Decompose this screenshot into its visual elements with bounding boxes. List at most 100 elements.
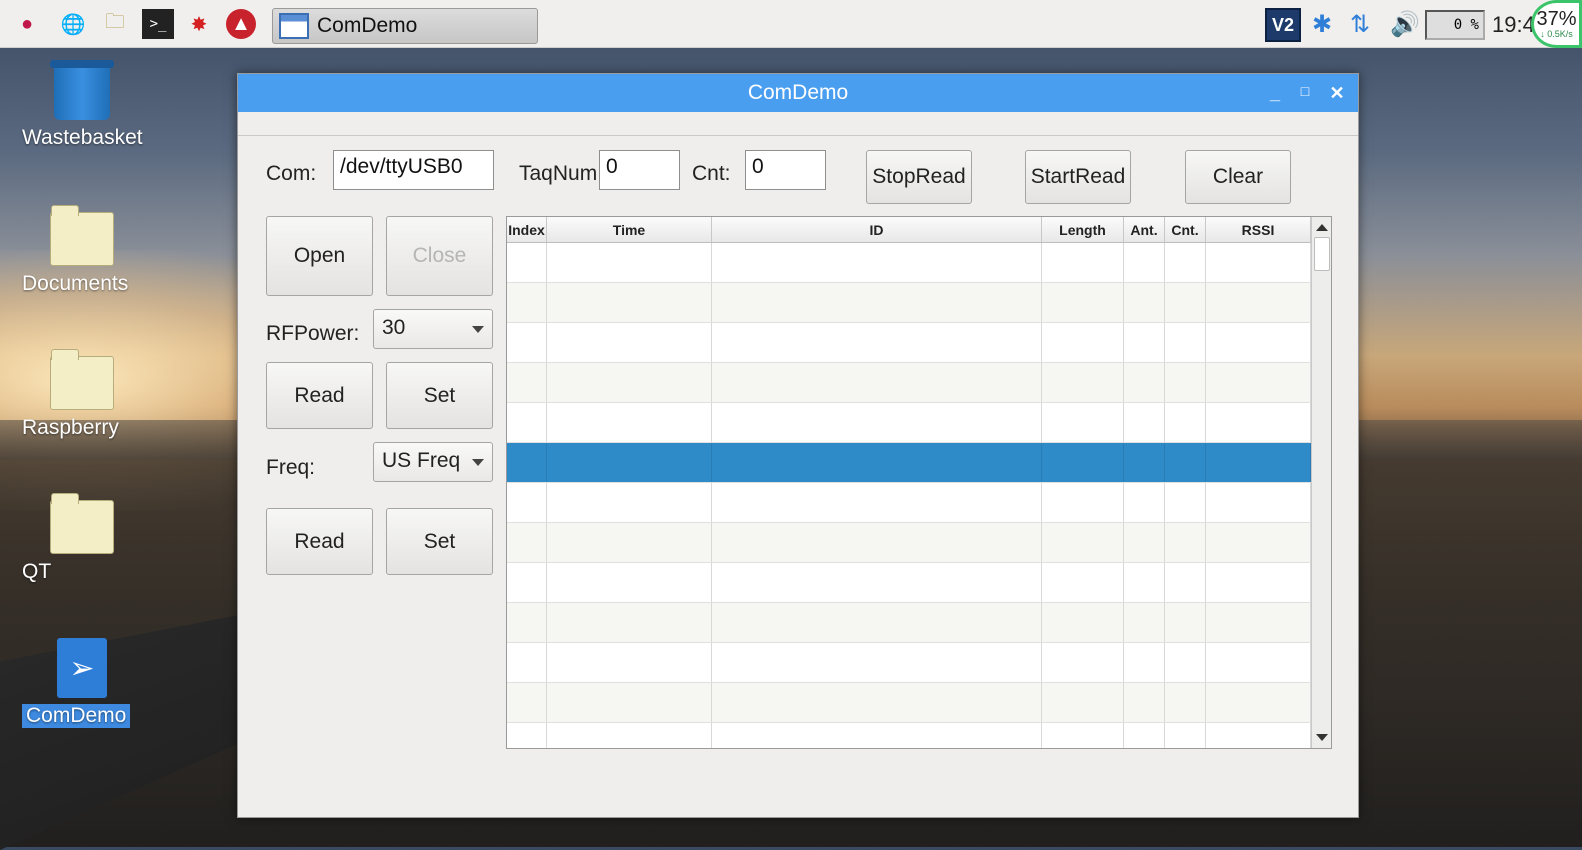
- tagnum-field[interactable]: 0: [599, 150, 680, 190]
- tag-table[interactable]: Index Time ID Length Ant. Cnt. RSSI: [506, 216, 1332, 749]
- rfpower-set-button[interactable]: Set: [386, 362, 493, 429]
- desktop-icon-wastebasket[interactable]: Wastebasket: [22, 60, 143, 149]
- table-cell[interactable]: [1124, 443, 1165, 482]
- maximize-icon[interactable]: □: [1294, 83, 1316, 99]
- table-cell[interactable]: [1042, 243, 1124, 282]
- column-header-ant[interactable]: Ant.: [1124, 217, 1165, 242]
- table-cell[interactable]: [1165, 723, 1206, 748]
- table-cell[interactable]: [507, 443, 547, 482]
- table-cell[interactable]: [712, 283, 1042, 322]
- table-cell[interactable]: [1165, 443, 1206, 482]
- table-cell[interactable]: [1042, 403, 1124, 442]
- table-cell[interactable]: [547, 403, 712, 442]
- table-cell[interactable]: [712, 723, 1042, 748]
- rfpower-select[interactable]: 30: [373, 309, 493, 349]
- table-cell[interactable]: [1206, 603, 1311, 642]
- table-cell[interactable]: [712, 443, 1042, 482]
- table-cell[interactable]: [1165, 563, 1206, 602]
- table-cell[interactable]: [547, 443, 712, 482]
- table-cell[interactable]: [1042, 683, 1124, 722]
- rfpower-read-button[interactable]: Read: [266, 362, 373, 429]
- table-cell[interactable]: [1206, 523, 1311, 562]
- table-cell[interactable]: [712, 643, 1042, 682]
- table-cell[interactable]: [1042, 483, 1124, 522]
- vnc-tray-icon[interactable]: V2: [1265, 8, 1301, 42]
- table-cell[interactable]: [1124, 603, 1165, 642]
- table-cell[interactable]: [712, 403, 1042, 442]
- table-cell[interactable]: [1124, 723, 1165, 748]
- table-cell[interactable]: [507, 363, 547, 402]
- table-cell[interactable]: [547, 523, 712, 562]
- table-cell[interactable]: [507, 563, 547, 602]
- close-icon[interactable]: ✕: [1326, 83, 1348, 104]
- table-cell[interactable]: [1165, 523, 1206, 562]
- table-cell[interactable]: [1124, 483, 1165, 522]
- table-cell[interactable]: [1124, 643, 1165, 682]
- table-cell[interactable]: [547, 363, 712, 402]
- table-cell[interactable]: [547, 683, 712, 722]
- table-cell[interactable]: [1206, 443, 1311, 482]
- table-cell[interactable]: [1165, 403, 1206, 442]
- column-header-length[interactable]: Length: [1042, 217, 1124, 242]
- table-cell[interactable]: [1165, 683, 1206, 722]
- table-cell[interactable]: [507, 643, 547, 682]
- start-read-button[interactable]: StartRead: [1025, 150, 1131, 204]
- table-cell[interactable]: [1124, 283, 1165, 322]
- table-row[interactable]: [507, 323, 1331, 363]
- close-port-button[interactable]: Close: [386, 216, 493, 296]
- window-titlebar[interactable]: ComDemo _ □ ✕: [238, 74, 1358, 112]
- table-cell[interactable]: [1165, 603, 1206, 642]
- column-header-time[interactable]: Time: [547, 217, 712, 242]
- freq-set-button[interactable]: Set: [386, 508, 493, 575]
- table-cell[interactable]: [1042, 603, 1124, 642]
- table-cell[interactable]: [1124, 403, 1165, 442]
- scroll-down-icon[interactable]: [1316, 734, 1328, 741]
- web-browser-icon[interactable]: 🌐: [58, 9, 88, 39]
- table-cell[interactable]: [1206, 483, 1311, 522]
- table-cell[interactable]: [712, 483, 1042, 522]
- table-cell[interactable]: [1042, 723, 1124, 748]
- table-cell[interactable]: [547, 603, 712, 642]
- table-cell[interactable]: [507, 683, 547, 722]
- desktop-icon-qt[interactable]: QT: [22, 493, 142, 583]
- table-cell[interactable]: [712, 363, 1042, 402]
- table-cell[interactable]: [547, 323, 712, 362]
- table-cell[interactable]: [1042, 363, 1124, 402]
- freq-read-button[interactable]: Read: [266, 508, 373, 575]
- math-app-icon[interactable]: ✸: [184, 9, 214, 39]
- table-cell[interactable]: [1124, 683, 1165, 722]
- table-cell[interactable]: [1042, 563, 1124, 602]
- table-row[interactable]: [507, 403, 1331, 443]
- table-cell[interactable]: [712, 683, 1042, 722]
- table-cell[interactable]: [507, 323, 547, 362]
- bluetooth-icon[interactable]: ✱: [1312, 10, 1332, 39]
- com-port-input[interactable]: /dev/ttyUSB0: [333, 150, 494, 190]
- table-cell[interactable]: [1165, 243, 1206, 282]
- table-cell[interactable]: [547, 483, 712, 522]
- table-cell[interactable]: [712, 603, 1042, 642]
- table-row[interactable]: [507, 683, 1331, 723]
- taskbar-window-button[interactable]: ComDemo: [272, 8, 538, 44]
- table-cell[interactable]: [1206, 323, 1311, 362]
- raspberry-menu-icon[interactable]: ●: [12, 9, 42, 39]
- cnt-field[interactable]: 0: [745, 150, 826, 190]
- table-cell[interactable]: [1165, 283, 1206, 322]
- table-row[interactable]: [507, 563, 1331, 603]
- table-cell[interactable]: [547, 723, 712, 748]
- table-row[interactable]: [507, 523, 1331, 563]
- table-cell[interactable]: [547, 563, 712, 602]
- table-cell[interactable]: [1206, 363, 1311, 402]
- column-header-cnt[interactable]: Cnt.: [1165, 217, 1206, 242]
- open-button[interactable]: Open: [266, 216, 373, 296]
- table-cell[interactable]: [712, 243, 1042, 282]
- table-row[interactable]: [507, 243, 1331, 283]
- table-cell[interactable]: [1206, 683, 1311, 722]
- table-cell[interactable]: [1124, 323, 1165, 362]
- table-cell[interactable]: [1165, 483, 1206, 522]
- table-row[interactable]: [507, 603, 1331, 643]
- table-cell[interactable]: [1124, 563, 1165, 602]
- table-cell[interactable]: [507, 403, 547, 442]
- volume-icon[interactable]: 🔊: [1390, 10, 1420, 39]
- table-cell[interactable]: [1042, 523, 1124, 562]
- table-cell[interactable]: [1042, 643, 1124, 682]
